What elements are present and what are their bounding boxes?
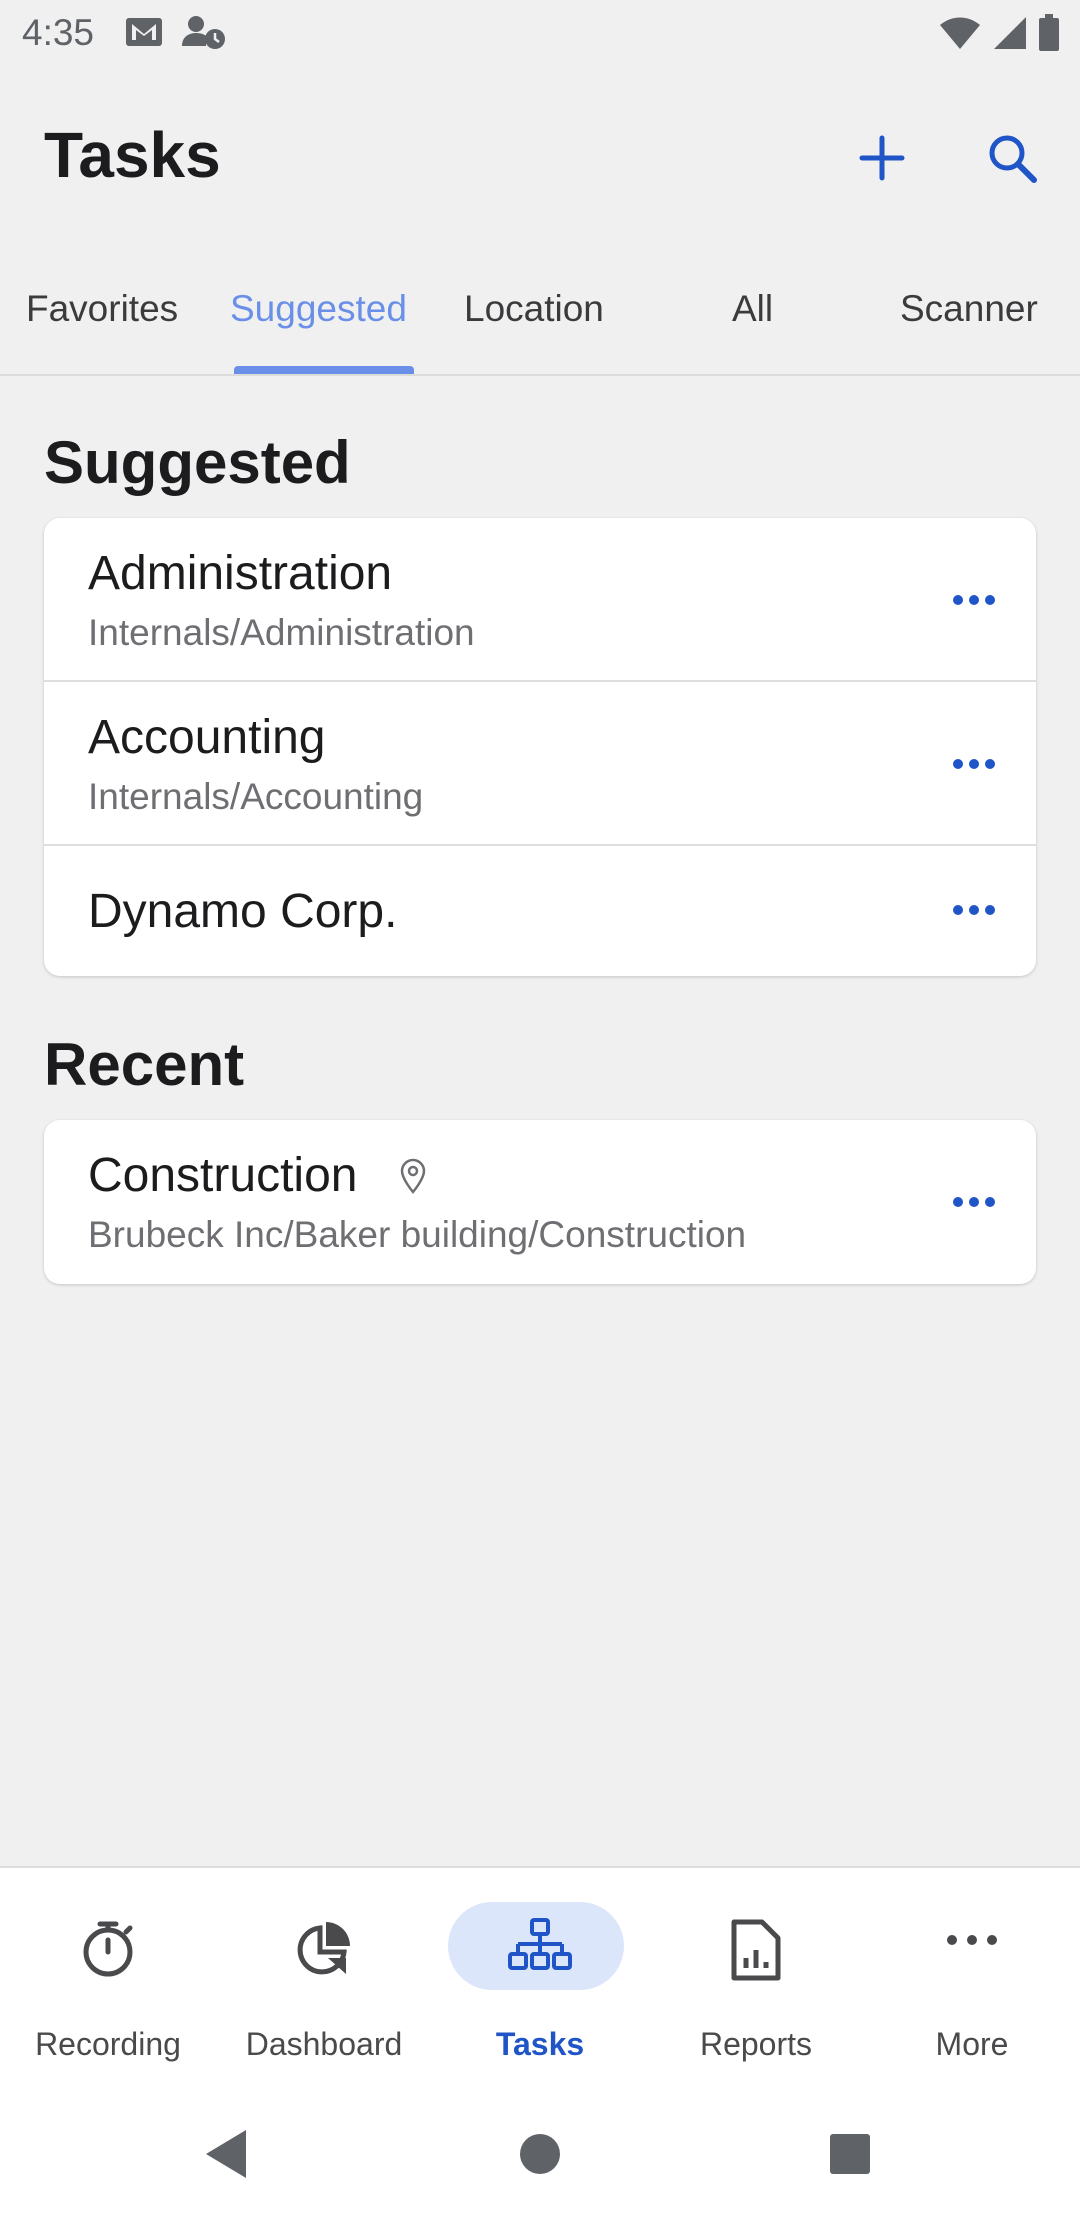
more-horizontal-icon bbox=[864, 1918, 1080, 1978]
nav-label: Reports bbox=[699, 2026, 813, 2062]
search-button[interactable] bbox=[972, 120, 1052, 200]
more-options-button[interactable] bbox=[942, 744, 1006, 784]
list-item[interactable]: Construction Brubeck Inc/Baker building/… bbox=[44, 1120, 1036, 1284]
more-options-button[interactable] bbox=[942, 890, 1006, 930]
pie-chart-icon bbox=[216, 1918, 432, 1978]
add-button[interactable] bbox=[842, 120, 922, 200]
active-tab-indicator bbox=[234, 366, 414, 374]
more-options-button[interactable] bbox=[942, 580, 1006, 620]
battery-icon bbox=[1038, 14, 1060, 57]
list-item[interactable]: Administration Internals/Administration bbox=[44, 518, 1036, 682]
nav-label: Dashboard bbox=[245, 2026, 403, 2062]
account-clock-icon bbox=[182, 14, 226, 55]
system-navigation-bar bbox=[0, 2076, 1080, 2220]
list-item-subtitle: Internals/Accounting bbox=[88, 776, 424, 817]
list-item-subtitle: Internals/Administration bbox=[88, 612, 475, 653]
nav-label: Recording bbox=[35, 2026, 181, 2062]
add-icon bbox=[858, 134, 906, 187]
hierarchy-icon bbox=[432, 1918, 648, 1978]
list-item[interactable]: Dynamo Corp. bbox=[44, 846, 1036, 976]
bottom-navigation: Recording Dashboard Tasks Reports More bbox=[0, 1866, 1080, 2076]
list-item-title: Construction bbox=[88, 1149, 358, 1202]
tab-suggested[interactable]: Suggested bbox=[230, 288, 407, 330]
nav-item-dashboard[interactable]: Dashboard bbox=[216, 1868, 432, 2078]
app-bar: Tasks bbox=[0, 70, 1080, 245]
suggested-list: Administration Internals/Administration … bbox=[44, 518, 1036, 976]
home-button[interactable] bbox=[510, 2124, 570, 2184]
recents-button[interactable] bbox=[820, 2124, 880, 2184]
gmail-icon bbox=[124, 14, 164, 55]
nav-item-reports[interactable]: Reports bbox=[648, 1868, 864, 2078]
search-icon bbox=[986, 132, 1038, 189]
report-icon bbox=[648, 1918, 864, 1981]
list-item-title: Dynamo Corp. bbox=[88, 885, 398, 938]
status-time: 4:35 bbox=[22, 12, 95, 53]
nav-label: Tasks bbox=[495, 2026, 585, 2062]
nav-item-tasks[interactable]: Tasks bbox=[432, 1868, 648, 2078]
tab-favorites[interactable]: Favorites bbox=[26, 288, 178, 330]
list-item-title: Accounting bbox=[88, 711, 326, 764]
more-options-button[interactable] bbox=[942, 1182, 1006, 1222]
stopwatch-icon bbox=[0, 1918, 216, 1978]
recent-list: Construction Brubeck Inc/Baker building/… bbox=[44, 1120, 1036, 1284]
tab-location[interactable]: Location bbox=[464, 288, 604, 330]
location-pin-icon bbox=[398, 1158, 428, 1199]
list-item[interactable]: Accounting Internals/Accounting bbox=[44, 682, 1036, 846]
list-item-subtitle: Brubeck Inc/Baker building/Construction bbox=[88, 1214, 747, 1255]
tab-all[interactable]: All bbox=[732, 288, 773, 330]
tab-bar: Favorites Suggested Location All Scanner bbox=[0, 270, 1080, 376]
nav-label: More bbox=[935, 2026, 1009, 2062]
nav-item-recording[interactable]: Recording bbox=[0, 1868, 216, 2078]
tab-scanner[interactable]: Scanner bbox=[900, 288, 1038, 330]
signal-icon bbox=[992, 15, 1028, 56]
wifi-icon bbox=[938, 15, 982, 56]
status-bar: 4:35 bbox=[0, 0, 1080, 70]
back-button[interactable] bbox=[196, 2124, 256, 2184]
section-title-suggested: Suggested bbox=[44, 429, 351, 496]
page-title: Tasks bbox=[44, 119, 221, 191]
nav-item-more[interactable]: More bbox=[864, 1868, 1080, 2078]
list-item-title: Administration bbox=[88, 547, 393, 600]
section-title-recent: Recent bbox=[44, 1031, 245, 1098]
